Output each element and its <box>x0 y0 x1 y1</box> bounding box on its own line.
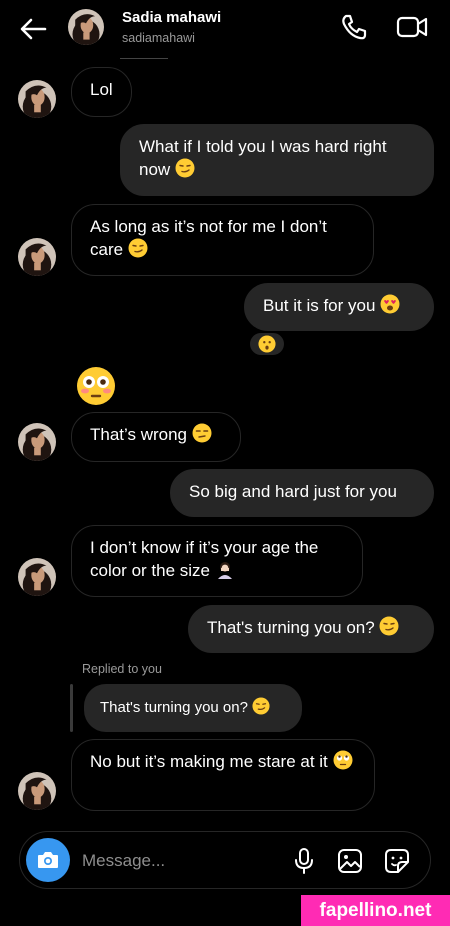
outgoing-message[interactable]: So big and hard just for you <box>170 469 434 517</box>
quoted-message[interactable]: That's turning you on? <box>84 684 302 732</box>
outgoing-message[interactable]: What if I told you I was hard right now <box>120 124 434 196</box>
incoming-message[interactable]: As long as it’s not for me I don’t care <box>71 204 374 276</box>
avatar[interactable] <box>18 423 56 461</box>
message-text: So big and hard just for you <box>189 482 397 501</box>
message-text: That's turning you on? <box>207 618 375 637</box>
message-text: I don’t know if it’s your age the color … <box>90 538 319 580</box>
hushed-emoji-icon <box>258 335 276 353</box>
reply-label: Replied to you <box>82 662 162 676</box>
smirk-emoji-icon <box>175 158 195 178</box>
mic-icon[interactable] <box>292 847 316 875</box>
header-divider <box>120 58 168 59</box>
camera-icon <box>38 852 58 868</box>
incoming-message[interactable]: I don’t know if it’s your age the color … <box>71 525 363 597</box>
contact-username[interactable]: sadiamahawi <box>122 31 195 45</box>
avatar[interactable] <box>18 772 56 810</box>
phone-icon[interactable] <box>339 12 369 42</box>
contact-name[interactable]: Sadia mahawi <box>122 9 221 26</box>
camera-button[interactable] <box>26 838 70 882</box>
message-text: No but it’s making me stare at it <box>90 752 328 771</box>
message-text: As long as it’s not for me I don’t care <box>90 217 327 259</box>
message-input[interactable] <box>80 848 284 874</box>
reply-bar <box>70 684 73 732</box>
avatar[interactable] <box>68 9 104 45</box>
heart-eyes-emoji-icon <box>380 294 400 314</box>
reaction-badge[interactable] <box>248 331 286 357</box>
smirk-emoji-icon <box>128 238 148 258</box>
incoming-message[interactable]: No but it’s making me stare at it <box>71 739 375 811</box>
watermark: fapellino.net <box>301 895 450 926</box>
smirk-emoji-icon <box>379 616 399 636</box>
video-icon[interactable] <box>396 12 428 42</box>
message-text: Lol <box>90 80 113 99</box>
facepalm-emoji-icon <box>215 559 235 579</box>
avatar[interactable] <box>18 558 56 596</box>
sticker-icon[interactable] <box>383 847 411 875</box>
outgoing-message[interactable]: That's turning you on? <box>188 605 434 653</box>
chat-header: Sadia mahawi sadiamahawi <box>0 0 450 59</box>
unamused-emoji-icon <box>192 423 212 443</box>
incoming-message[interactable]: Lol <box>71 67 132 117</box>
outgoing-message[interactable]: But it is for you <box>244 283 434 331</box>
avatar[interactable] <box>18 238 56 276</box>
message-composer <box>19 831 431 889</box>
avatar[interactable] <box>18 80 56 118</box>
message-text: That’s wrong <box>90 425 188 444</box>
incoming-message[interactable]: That’s wrong <box>71 412 241 462</box>
flushed-emoji-icon[interactable] <box>76 366 116 406</box>
eye-roll-emoji-icon <box>333 750 353 770</box>
message-text: But it is for you <box>263 296 376 315</box>
gallery-icon[interactable] <box>336 847 364 875</box>
quoted-text: That's turning you on? <box>100 699 248 716</box>
smirk-emoji-icon <box>252 697 270 715</box>
back-arrow-icon[interactable] <box>18 14 48 44</box>
